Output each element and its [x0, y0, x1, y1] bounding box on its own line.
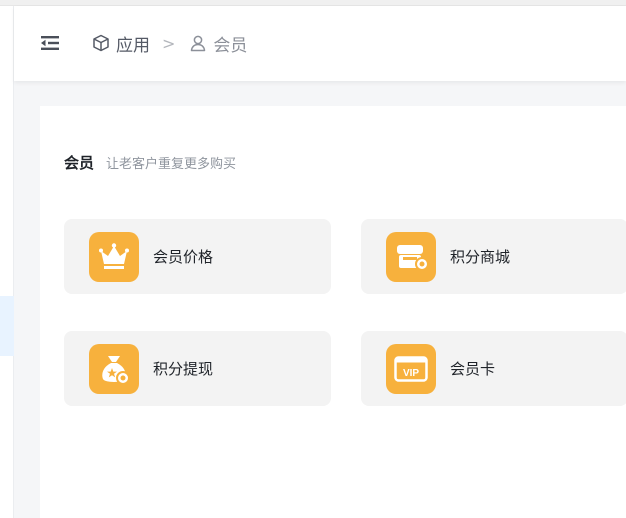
breadcrumb-label: 会员	[213, 35, 248, 56]
breadcrumb: 应用 > 会员	[92, 30, 247, 56]
breadcrumb-item-member: 会员	[189, 31, 247, 56]
app-page: 应用 > 会员 会员 让老客户重复更多购买 会员价格 积分商城 积分提现 VIP…	[0, 0, 626, 518]
card-member-card[interactable]: VIP 会员卡	[361, 331, 626, 406]
store-icon	[386, 231, 436, 282]
breadcrumb-item-apps[interactable]: 应用	[92, 31, 150, 56]
breadcrumb-label: 应用	[116, 35, 150, 56]
sidebar-edge	[0, 6, 14, 518]
breadcrumb-separator: >	[162, 33, 176, 53]
menu-fold-icon[interactable]	[40, 34, 60, 52]
card-label: 积分提现	[153, 360, 214, 378]
money-bag-icon	[89, 343, 139, 394]
section-title: 会员	[64, 154, 95, 172]
card-label: 积分商城	[450, 248, 511, 266]
content-panel: 会员 让老客户重复更多购买 会员价格 积分商城 积分提现 VIP 会员卡	[40, 106, 626, 518]
card-points-withdraw[interactable]: 积分提现	[64, 331, 331, 406]
section-subtitle: 让老客户重复更多购买	[106, 157, 237, 172]
section-header: 会员 让老客户重复更多购买	[64, 152, 236, 173]
svg-text:VIP: VIP	[403, 368, 419, 379]
vip-card-icon: VIP	[386, 343, 436, 394]
cube-icon	[92, 34, 110, 52]
user-icon	[189, 34, 207, 52]
page-header: 应用 > 会员	[14, 6, 626, 81]
sidebar-active-item[interactable]	[0, 296, 14, 356]
card-member-price[interactable]: 会员价格	[64, 219, 331, 294]
card-label: 会员价格	[153, 248, 214, 266]
crown-icon	[89, 231, 139, 282]
card-points-mall[interactable]: 积分商城	[361, 219, 626, 294]
card-label: 会员卡	[450, 360, 496, 378]
